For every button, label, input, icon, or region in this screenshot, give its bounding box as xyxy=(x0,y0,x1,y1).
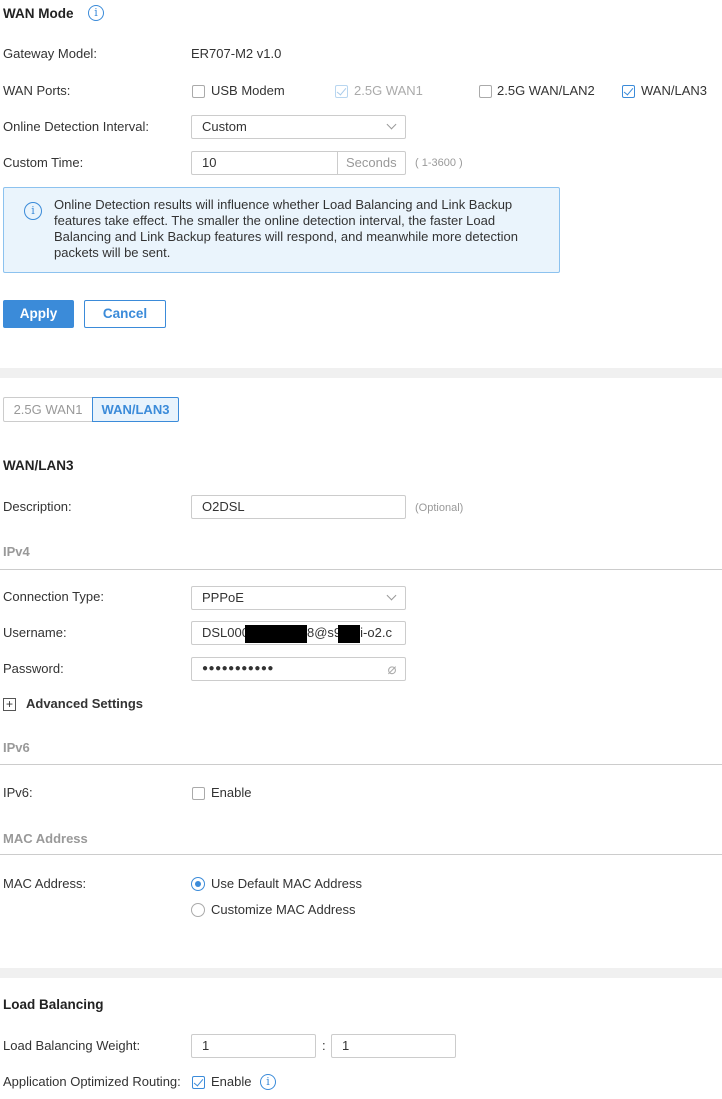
interval-value: Custom xyxy=(202,119,247,134)
expand-plus-icon[interactable]: + xyxy=(3,698,16,711)
gateway-model-value: ER707-M2 v1.0 xyxy=(191,46,282,61)
load-balancing-title: Load Balancing xyxy=(3,997,104,1012)
divider xyxy=(0,854,722,855)
interval-label: Online Detection Interval: xyxy=(3,119,149,134)
aor-checkbox[interactable] xyxy=(192,1076,205,1089)
ipv6-section-title: IPv6 xyxy=(3,740,30,755)
info-icon: i xyxy=(24,202,42,220)
wan-lan2-label: 2.5G WAN/LAN2 xyxy=(497,83,595,98)
weight-input-1[interactable]: 1 xyxy=(191,1034,316,1058)
section-divider xyxy=(0,968,722,978)
connection-type-select[interactable]: PPPoE xyxy=(191,586,406,610)
eye-slash-icon[interactable]: ⌀ xyxy=(387,659,397,681)
section-divider xyxy=(0,368,722,378)
custom-time-range: ( 1-3600 ) xyxy=(415,157,463,169)
ipv4-section-title: IPv4 xyxy=(3,544,30,559)
usb-modem-checkbox[interactable] xyxy=(192,85,205,98)
ipv6-label: IPv6: xyxy=(3,785,33,800)
seconds-unit: Seconds xyxy=(337,152,405,174)
wan-ports-label: WAN Ports: xyxy=(3,83,71,98)
weight-input-2[interactable]: 1 xyxy=(331,1034,456,1058)
password-value: ●●●●●●●●●●● xyxy=(202,663,274,674)
redaction xyxy=(338,624,361,643)
description-input[interactable]: O2DSL xyxy=(191,495,406,519)
connection-type-value: PPPoE xyxy=(202,590,244,605)
mac-section-title: MAC Address xyxy=(3,831,88,846)
gateway-model-label: Gateway Model: xyxy=(3,46,97,61)
ipv6-enable-label: Enable xyxy=(211,785,252,800)
divider xyxy=(0,569,722,570)
info-box: i Online Detection results will influenc… xyxy=(3,187,560,273)
wan1-checkbox xyxy=(335,85,348,98)
optional-hint: (Optional) xyxy=(415,502,464,514)
wan-lan2-checkbox[interactable] xyxy=(479,85,492,98)
password-input[interactable]: ●●●●●●●●●●● ⌀ xyxy=(191,657,406,681)
custom-time-label: Custom Time: xyxy=(3,155,84,170)
aor-label: Application Optimized Routing: xyxy=(3,1074,181,1089)
custom-mac-label: Customize MAC Address xyxy=(211,902,356,917)
weight-separator: : xyxy=(322,1038,326,1053)
chevron-down-icon xyxy=(386,590,397,601)
username-text: 8@s9 xyxy=(306,625,342,640)
info-icon[interactable]: i xyxy=(260,1074,276,1090)
ipv6-enable-checkbox[interactable] xyxy=(192,787,205,800)
aor-enable-label: Enable xyxy=(211,1074,252,1089)
description-label: Description: xyxy=(3,499,72,514)
wan-lan3-label: WAN/LAN3 xyxy=(641,83,707,98)
wan-lan3-checkbox[interactable] xyxy=(622,85,635,98)
username-label: Username: xyxy=(3,625,67,640)
info-text: Online Detection results will influence … xyxy=(54,197,518,260)
usb-modem-label: USB Modem xyxy=(211,83,285,98)
default-mac-label: Use Default MAC Address xyxy=(211,876,363,891)
mac-address-label: MAC Address: xyxy=(3,876,87,891)
divider xyxy=(0,764,722,765)
username-text: DSL000 xyxy=(202,625,249,640)
weight-label: Load Balancing Weight: xyxy=(3,1038,141,1053)
port-title: WAN/LAN3 xyxy=(3,458,74,473)
username-text: i-o2.c xyxy=(360,625,392,640)
tab-wan-lan3[interactable]: WAN/LAN3 xyxy=(92,397,179,422)
username-input[interactable]: DSL000 8@s9 i-o2.c xyxy=(191,621,406,645)
connection-type-label: Connection Type: xyxy=(3,589,104,604)
cancel-button[interactable]: Cancel xyxy=(84,300,166,328)
default-mac-radio[interactable] xyxy=(191,877,205,891)
custom-time-value: 10 xyxy=(202,155,217,170)
custom-mac-radio[interactable] xyxy=(191,903,205,917)
redaction xyxy=(244,624,307,643)
password-label: Password: xyxy=(3,661,64,676)
wan1-label: 2.5G WAN1 xyxy=(354,83,423,98)
advanced-settings-toggle[interactable]: Advanced Settings xyxy=(26,696,143,711)
apply-button[interactable]: Apply xyxy=(3,300,74,328)
custom-time-input[interactable]: 10 Seconds xyxy=(191,151,406,175)
info-icon[interactable]: i xyxy=(88,5,104,21)
interval-select[interactable]: Custom xyxy=(191,115,406,139)
chevron-down-icon xyxy=(386,119,397,130)
wan-mode-title: WAN Mode xyxy=(3,6,74,21)
tab-2-5g-wan1[interactable]: 2.5G WAN1 xyxy=(3,397,93,422)
